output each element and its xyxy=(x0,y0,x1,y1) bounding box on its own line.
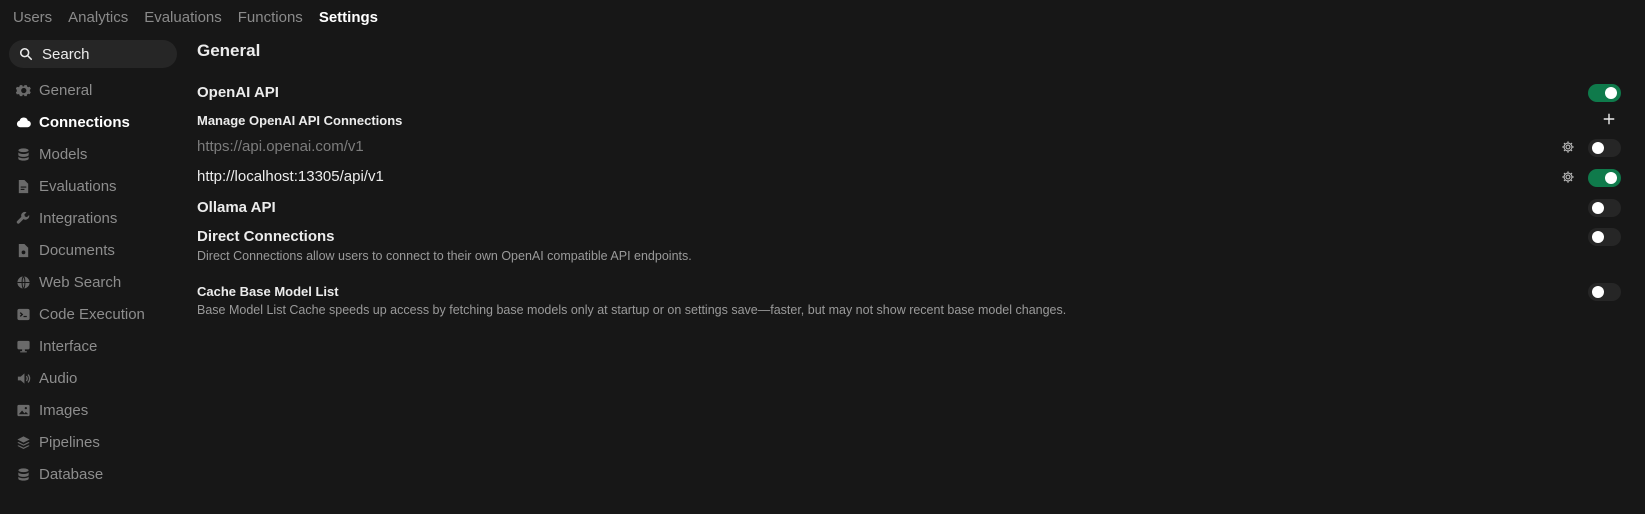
connection-settings-button[interactable] xyxy=(1560,139,1576,155)
sidebar-item-label: Images xyxy=(39,401,89,419)
connection-url: https://api.openai.com/v1 xyxy=(197,138,364,155)
sidebar-item-database[interactable]: Database xyxy=(9,458,177,490)
toggle-knob xyxy=(1592,231,1604,243)
sidebar-item-web-search[interactable]: Web Search xyxy=(9,266,177,298)
tab-evaluations[interactable]: Evaluations xyxy=(144,9,222,27)
sidebar-nav: General Connections Models Evaluations I… xyxy=(9,74,177,490)
direct-connections-row: Direct Connections Direct Connections al… xyxy=(197,228,1621,263)
database-icon xyxy=(15,466,31,482)
plus-icon xyxy=(1603,113,1615,125)
toggle-knob xyxy=(1605,172,1617,184)
connection-row: https://api.openai.com/v1 xyxy=(197,138,1621,157)
sidebar-item-label: Audio xyxy=(39,369,78,387)
monitor-icon xyxy=(15,338,31,354)
direct-connections-label: Direct Connections xyxy=(197,228,335,245)
direct-connections-toggle[interactable] xyxy=(1588,228,1621,246)
terminal-icon xyxy=(15,306,31,322)
connection-toggle[interactable] xyxy=(1588,169,1621,187)
connection-settings-button[interactable] xyxy=(1560,169,1576,185)
tab-users[interactable]: Users xyxy=(13,9,52,27)
database-icon xyxy=(15,146,31,162)
direct-connections-description: Direct Connections allow users to connec… xyxy=(197,249,692,263)
sidebar-item-evaluations[interactable]: Evaluations xyxy=(9,170,177,202)
tab-settings[interactable]: Settings xyxy=(319,9,378,27)
sidebar-item-pipelines[interactable]: Pipelines xyxy=(9,426,177,458)
manage-openai-row: Manage OpenAI API Connections xyxy=(197,112,1621,130)
search-input[interactable]: Search xyxy=(9,40,177,68)
cloud-icon xyxy=(15,114,31,130)
connection-toggle[interactable] xyxy=(1588,139,1621,157)
toggle-knob xyxy=(1605,87,1617,99)
tab-functions[interactable]: Functions xyxy=(238,9,303,27)
file-icon xyxy=(15,242,31,258)
sidebar-item-integrations[interactable]: Integrations xyxy=(9,202,177,234)
sidebar-item-connections[interactable]: Connections xyxy=(9,106,177,138)
openai-api-row: OpenAI API xyxy=(197,84,1621,102)
add-connection-button[interactable] xyxy=(1601,111,1617,127)
sidebar-item-label: Pipelines xyxy=(39,433,100,451)
gear-icon xyxy=(1562,141,1574,153)
ollama-api-toggle[interactable] xyxy=(1588,199,1621,217)
ollama-api-row: Ollama API xyxy=(197,199,1621,217)
layers-icon xyxy=(15,434,31,450)
openai-api-toggle[interactable] xyxy=(1588,84,1621,102)
toggle-knob xyxy=(1592,202,1604,214)
wrench-icon xyxy=(15,210,31,226)
cache-base-model-description: Base Model List Cache speeds up access b… xyxy=(197,303,1067,317)
page-title: General xyxy=(197,41,261,60)
search-icon xyxy=(19,47,33,61)
cache-base-model-toggle[interactable] xyxy=(1588,283,1621,301)
toggle-knob xyxy=(1592,286,1604,298)
sidebar-item-audio[interactable]: Audio xyxy=(9,362,177,394)
sidebar-item-label: Interface xyxy=(39,337,98,355)
sidebar-item-general[interactable]: General xyxy=(9,74,177,106)
sidebar-item-documents[interactable]: Documents xyxy=(9,234,177,266)
sidebar-item-code-execution[interactable]: Code Execution xyxy=(9,298,177,330)
sidebar-item-label: Integrations xyxy=(39,209,118,227)
sidebar-item-interface[interactable]: Interface xyxy=(9,330,177,362)
image-icon xyxy=(15,402,31,418)
sidebar-item-label: Connections xyxy=(39,113,130,131)
document-icon xyxy=(15,178,31,194)
connection-url: http://localhost:13305/api/v1 xyxy=(197,168,384,185)
gear-icon xyxy=(15,82,31,98)
speaker-icon xyxy=(15,370,31,386)
manage-openai-label: Manage OpenAI API Connections xyxy=(197,113,403,128)
ollama-api-label: Ollama API xyxy=(197,199,276,216)
sidebar-item-label: Models xyxy=(39,145,88,163)
top-nav: Users Analytics Evaluations Functions Se… xyxy=(13,9,394,27)
openai-api-label: OpenAI API xyxy=(197,84,279,101)
tab-analytics[interactable]: Analytics xyxy=(68,9,128,27)
search-label: Search xyxy=(42,45,90,63)
gear-icon xyxy=(1562,171,1574,183)
settings-panel: General OpenAI API Manage OpenAI API Con… xyxy=(197,40,1621,317)
sidebar-item-label: General xyxy=(39,81,93,99)
cache-base-model-label: Cache Base Model List xyxy=(197,284,339,299)
sidebar-item-label: Evaluations xyxy=(39,177,117,195)
toggle-knob xyxy=(1592,142,1604,154)
sidebar-item-label: Code Execution xyxy=(39,305,145,323)
sidebar-item-images[interactable]: Images xyxy=(9,394,177,426)
sidebar-item-label: Database xyxy=(39,465,104,483)
sidebar-item-label: Documents xyxy=(39,241,115,259)
connection-row: http://localhost:13305/api/v1 xyxy=(197,168,1621,187)
globe-icon xyxy=(15,274,31,290)
sidebar-item-label: Web Search xyxy=(39,273,122,291)
cache-base-model-row: Cache Base Model List Base Model List Ca… xyxy=(197,283,1621,317)
sidebar-item-models[interactable]: Models xyxy=(9,138,177,170)
settings-sidebar: Search General Connections Models Evalua… xyxy=(9,40,177,490)
